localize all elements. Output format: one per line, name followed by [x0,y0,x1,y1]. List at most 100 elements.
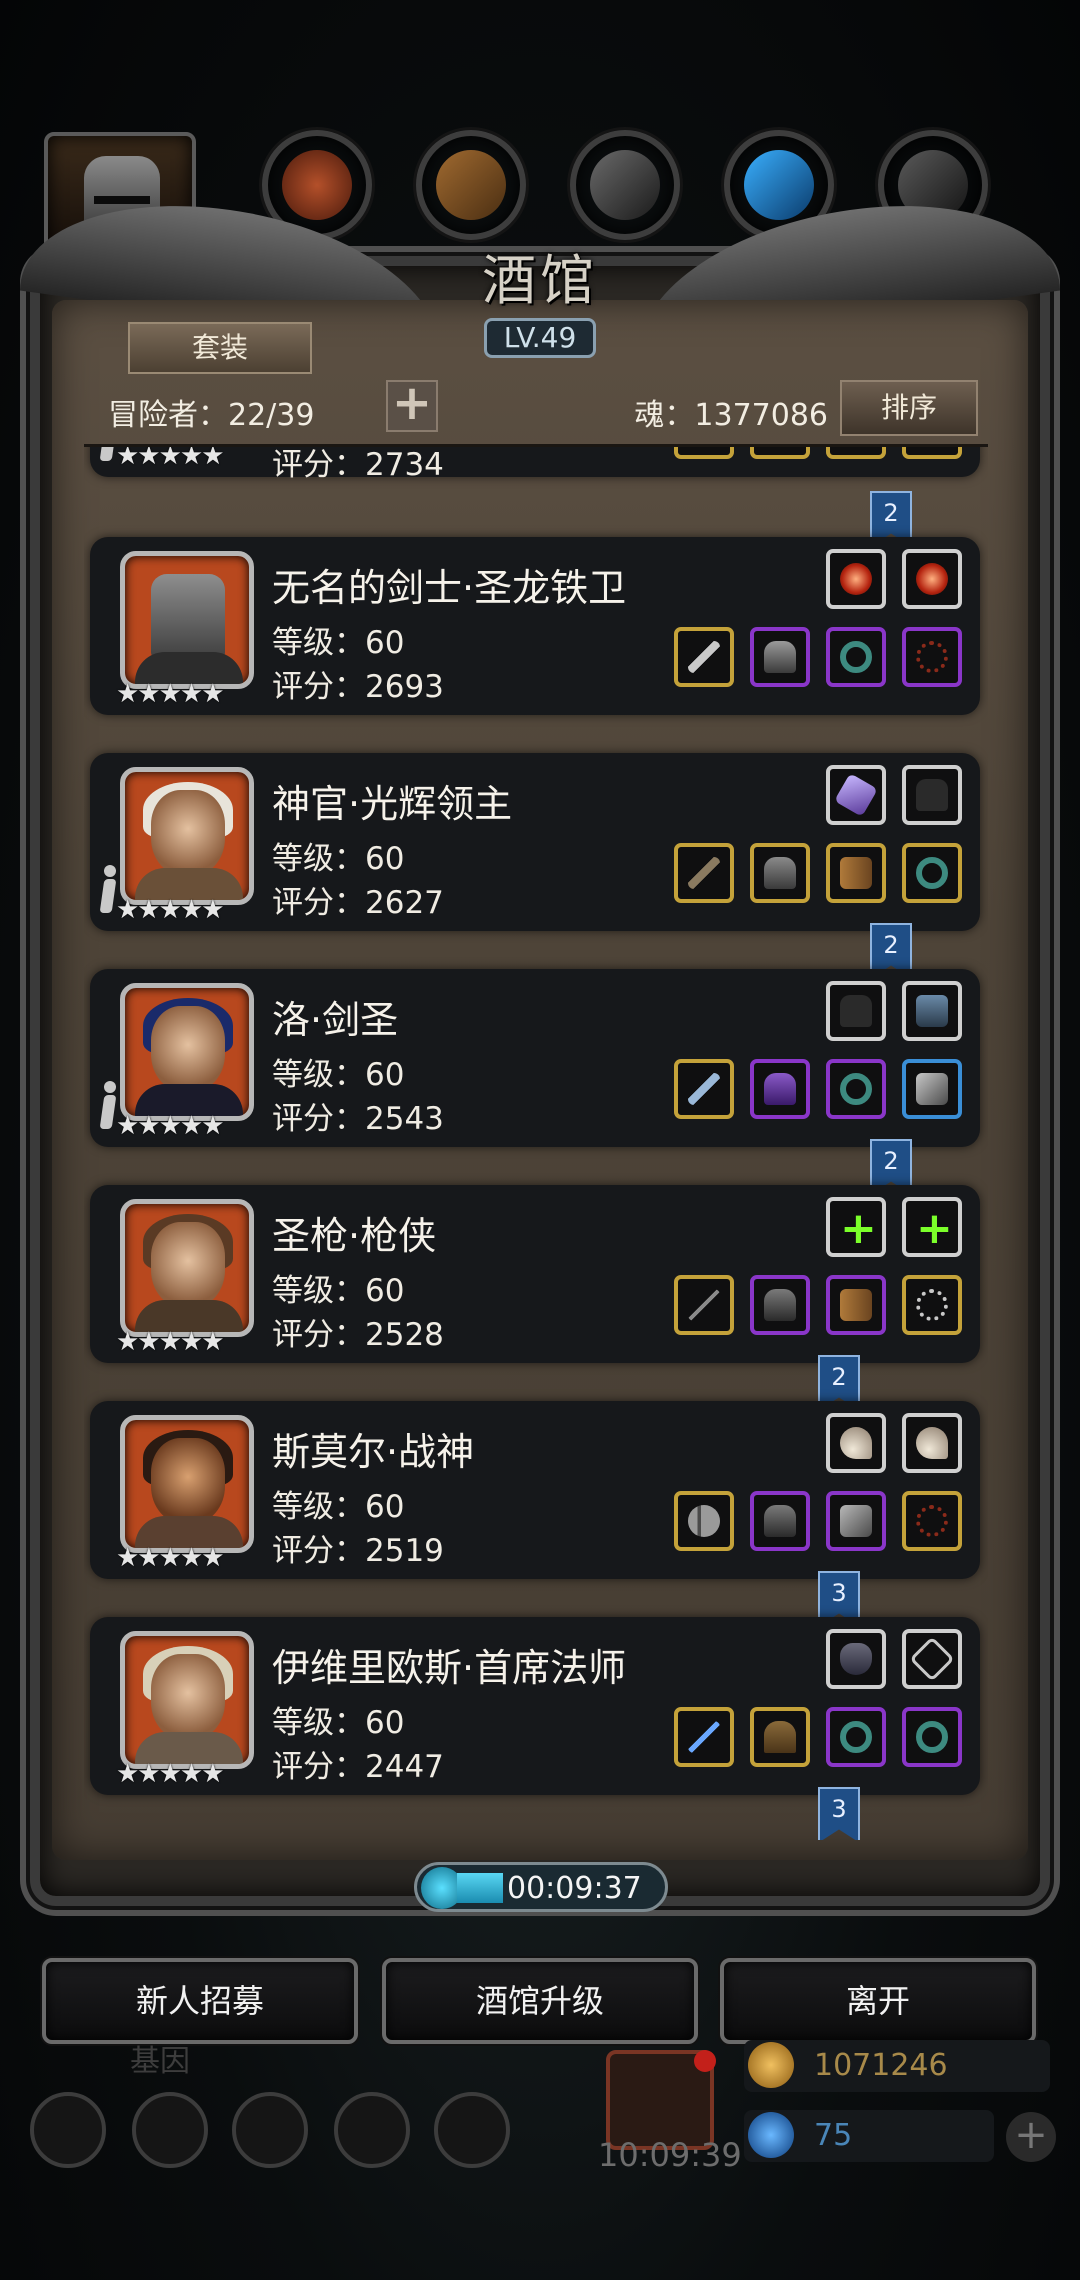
hero-name: 神官·光辉领主 [272,782,513,826]
hero-score: 评分：2693 [272,669,444,705]
guild-icon[interactable] [232,2092,308,2168]
wood-icon [436,150,506,220]
hero-row[interactable]: ★★★★★ 圣枪·枪侠 等级：60 评分：2528 + + [90,1185,980,1363]
sword-icon[interactable] [674,1059,734,1119]
hero-level: 等级：60 [272,625,405,661]
notification-dot [694,2050,716,2072]
add-gems-button[interactable]: + [1006,2112,1056,2162]
hero-row-partial[interactable]: ★★★★★ 评分：2734 [90,447,980,483]
hero-row[interactable]: ★★★★★ 神官·光辉领主 等级：60 评分：2627 [90,753,980,931]
recruit-button[interactable]: 新人招募 [42,1958,358,2044]
sigil-icon[interactable] [902,1629,962,1689]
hero-score: 评分：2519 [272,1533,444,1569]
hero-name: 洛·剑圣 [272,998,399,1042]
ring-icon[interactable] [902,843,962,903]
bag-icon[interactable] [434,2092,510,2168]
axe-icon[interactable] [674,1491,734,1551]
chest-armor-icon[interactable] [750,627,810,687]
necklace-icon[interactable] [902,627,962,687]
gem-icon [748,2112,794,2158]
fire-gem-icon[interactable] [902,549,962,609]
hero-row[interactable]: ★★★★★ 洛·剑圣 等级：60 评分：2543 [90,969,980,1147]
hero-face [151,790,225,876]
necklace-icon[interactable] [902,1491,962,1551]
hero-portrait[interactable] [120,551,254,689]
hero-name: 伊维里欧斯·首席法师 [272,1646,627,1690]
chest-armor-icon[interactable] [750,843,810,903]
ring-icon[interactable] [826,1059,886,1119]
chest-armor-icon[interactable] [750,1275,810,1335]
mail-icon[interactable] [334,2092,410,2168]
hero-row[interactable]: ★★★★★ 伊维里欧斯·首席法师 等级：60 评分：2447 [90,1617,980,1795]
ring-icon[interactable] [826,1707,886,1767]
tab-wood[interactable] [416,130,526,240]
crystal-icon [744,150,814,220]
gold-amount: 1071246 [814,2048,948,2083]
gift-timer: 10:09:39 [598,2136,742,2174]
hud-label: 基因 [130,2044,190,2079]
book-icon[interactable] [902,981,962,1041]
hero-portrait[interactable] [120,1415,254,1553]
stats-row: 冒险者：22/39 + 魂：1377086 排序 [108,379,978,440]
equip-slot-weapon[interactable] [674,447,734,459]
chest-armor-icon[interactable] [750,1059,810,1119]
leave-button[interactable]: 离开 [720,1958,1036,2044]
glove-icon[interactable] [902,765,962,825]
hero-level: 等级：60 [272,1705,405,1741]
star-rating: ★★★★★ [116,679,225,709]
gauntlet-icon[interactable] [902,1059,962,1119]
ring-icon[interactable] [826,627,886,687]
title-plate: 酒馆 [440,236,640,326]
bracer-icon[interactable] [826,1275,886,1335]
fire-gem-icon[interactable] [826,549,886,609]
spear-icon[interactable] [674,1275,734,1335]
soul-count: 魂：1377086 [634,398,828,433]
gauntlet-icon[interactable] [826,1491,886,1551]
bracer-icon[interactable] [826,843,886,903]
equip-slot-necklace[interactable] [902,447,962,459]
timer-progress [457,1873,503,1903]
hero-list[interactable]: ★★★★★ 评分：2734 2 ★★★★★ 无名的剑士·圣龙铁卫 等级：60 评… [84,444,988,1840]
gem-amount: 75 [814,2118,853,2153]
equip-slot-armor[interactable] [750,447,810,459]
tavern-level-badge: LV.49 [484,318,596,358]
sword-icon[interactable] [674,627,734,687]
crystal-icon[interactable] [826,765,886,825]
gold-coin-icon [748,2042,794,2088]
hero-row[interactable]: ★★★★★ 无名的剑士·圣龙铁卫 等级：60 评分：2693 [90,537,980,715]
hero-portrait[interactable] [120,1199,254,1337]
tab-iron[interactable] [570,130,680,240]
adventurer-count: 冒险者：22/39 [108,398,315,433]
hero-level: 等级：60 [272,841,405,877]
claw-icon[interactable] [826,1413,886,1473]
necklace-icon[interactable] [902,1275,962,1335]
ring-icon[interactable] [902,1707,962,1767]
add-equipment-icon[interactable]: + [902,1197,962,1257]
robe-icon[interactable] [750,1707,810,1767]
add-equipment-icon[interactable]: + [826,1197,886,1257]
glove-icon[interactable] [826,981,886,1041]
hero-portrait[interactable] [120,767,254,905]
chest-armor-icon[interactable] [750,1491,810,1551]
recruit-timer: 00:09:37 [414,1862,668,1912]
equipment-set-button[interactable]: 套装 [128,322,312,374]
achievement-icon[interactable] [132,2092,208,2168]
hero-score: 评分：2627 [272,885,444,921]
sort-button[interactable]: 排序 [840,380,978,436]
settings-icon[interactable] [30,2092,106,2168]
gold-bar: 1071246 [744,2040,1050,2092]
hero-score: 评分：2528 [272,1317,444,1353]
equip-slot-accessory[interactable] [826,447,886,459]
add-slot-button[interactable]: + [386,379,438,432]
mace-icon[interactable] [674,843,734,903]
hero-row[interactable]: ★★★★★ 斯莫尔·战神 等级：60 评分：2519 [90,1401,980,1579]
hero-portrait[interactable] [120,1631,254,1769]
mask-icon[interactable] [826,1629,886,1689]
star-rating: ★★★★★ [116,895,225,925]
staff-icon[interactable] [674,1707,734,1767]
claw-icon[interactable] [902,1413,962,1473]
upgrade-tavern-button[interactable]: 酒馆升级 [382,1958,698,2044]
hero-portrait[interactable] [120,983,254,1121]
hero-face [151,1654,225,1740]
timer-text: 00:09:37 [507,1871,642,1906]
